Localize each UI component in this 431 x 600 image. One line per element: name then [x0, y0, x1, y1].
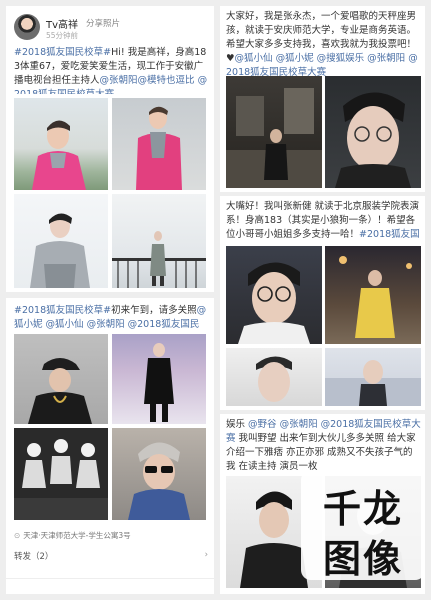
photo-closeup-light[interactable] — [226, 348, 322, 406]
collage-page: Tv高祥 分享照片 55分钟前 #2018狐友国民校草#Hi! 我是高祥，身高1… — [0, 0, 431, 600]
mention-link[interactable]: @张朝阳 — [367, 53, 405, 64]
mention-link[interactable]: #2018狐友国民校草# — [14, 305, 111, 316]
post-text: #2018狐友国民校草#初来乍到，请多关照@狐小妮 @狐小仙 @张朝阳 @201… — [14, 304, 208, 332]
username[interactable]: Tv高祥 — [46, 16, 78, 31]
watermark-line-2: 图像 — [322, 537, 403, 581]
share-label: 分享照片 — [86, 19, 121, 29]
mention-link[interactable]: @狐小仙 — [46, 319, 84, 330]
location-text: 天津·天津师范大学-学生公寓3号 — [23, 531, 131, 540]
post-time: 55分钟前 — [46, 31, 79, 40]
mention-link[interactable]: #2018狐友国民校草# — [14, 47, 111, 58]
mention-link[interactable]: @狐小仙 — [235, 53, 273, 64]
photo-snow-gray-jacket[interactable] — [14, 194, 108, 288]
post-text-segment: 娱乐 — [226, 419, 249, 430]
post-text: #2018狐友国民校草#Hi! 我是高祥，身高183体重67，爱吃爱笑爱生活，现… — [14, 46, 208, 94]
photo-yellow-coat-night[interactable] — [325, 246, 421, 344]
photo-bw-group[interactable] — [14, 428, 108, 520]
photo-runway-black-coat[interactable] — [112, 334, 206, 424]
post-location[interactable]: ⊙ 天津·天津师范大学-学生公寓3号 — [14, 530, 208, 541]
photo-classroom[interactable] — [325, 348, 421, 406]
post-header: Tv高祥 分享照片 55分钟前 — [14, 14, 206, 44]
post-text-segment: 我叫野望 出来乍到大伙儿多多关照 给大家介绍一下雅痞 亦正亦邪 成熟又不失孩子气… — [226, 433, 416, 472]
mention-link[interactable]: @搜狐娱乐 — [317, 53, 365, 64]
mention-link[interactable]: @张朝阳 — [100, 75, 138, 86]
post-text: 大家好，我是张永杰，一个爱唱歌的天秤座男孩，就读于安庆师范大学，专业是商务英语。… — [226, 10, 421, 76]
photo-pink-jacket-outdoor[interactable] — [14, 98, 108, 190]
mention-link[interactable]: @模特也逗比 — [138, 75, 195, 86]
mention-link[interactable]: @野谷 — [248, 419, 277, 430]
watermark-line-1: 千龙 — [322, 487, 403, 531]
post-text-segment: ♥ — [226, 53, 235, 64]
photo-dark-street[interactable] — [226, 76, 322, 188]
photo-selfie-glasses[interactable] — [325, 76, 421, 188]
forward-count: 转发（2） — [14, 552, 54, 562]
mention-link[interactable]: @张朝阳 — [87, 319, 125, 330]
avatar[interactable] — [14, 14, 40, 40]
post-text-segment: 大家好，我是张永杰，一个爱唱歌的天秤座男孩，就读于安庆师范大学，专业是商务英语。… — [226, 11, 417, 50]
post-card-1[interactable]: Tv高祥 分享照片 55分钟前 #2018狐友国民校草#Hi! 我是高祥，身高1… — [6, 6, 214, 292]
forward-row[interactable]: 转发（2） › — [14, 550, 208, 564]
photo-snapback-hat[interactable] — [14, 334, 108, 424]
post-card-4[interactable]: 大嘴好！我叫张新健 就读于北京服装学院表演系！身高183（其实是小狼狗一条）！希… — [220, 196, 425, 410]
post-text-segment: 初来乍到，请多关照 — [111, 305, 197, 316]
photo-round-glasses[interactable] — [226, 246, 322, 344]
post-text: 娱乐 @野谷 @张朝阳 @2018狐友国民校草大赛 我叫野望 出来乍到大伙儿多多… — [226, 418, 421, 474]
action-bar[interactable] — [6, 578, 214, 588]
chevron-right-icon: › — [204, 550, 208, 560]
post-card-2[interactable]: #2018狐友国民校草#初来乍到，请多关照@狐小妮 @狐小仙 @张朝阳 @201… — [6, 298, 214, 594]
mention-link[interactable]: @张朝阳 — [280, 419, 318, 430]
photo-lake-railing[interactable] — [112, 194, 206, 288]
mention-link[interactable]: @狐小妮 — [276, 53, 314, 64]
location-pin-icon: ⊙ — [14, 531, 21, 540]
photo-sunglasses-portrait[interactable] — [112, 428, 206, 520]
post-card-3[interactable]: 大家好，我是张永杰，一个爱唱歌的天秤座男孩，就读于安庆师范大学，专业是商务英语。… — [220, 6, 425, 192]
qianlong-watermark-logo: 千龙 图像 — [301, 470, 425, 581]
post-text: 大嘴好！我叫张新健 就读于北京服装学院表演系！身高183（其实是小狼狗一条）！希… — [226, 200, 421, 242]
photo-pink-jacket-standing[interactable] — [112, 98, 206, 190]
